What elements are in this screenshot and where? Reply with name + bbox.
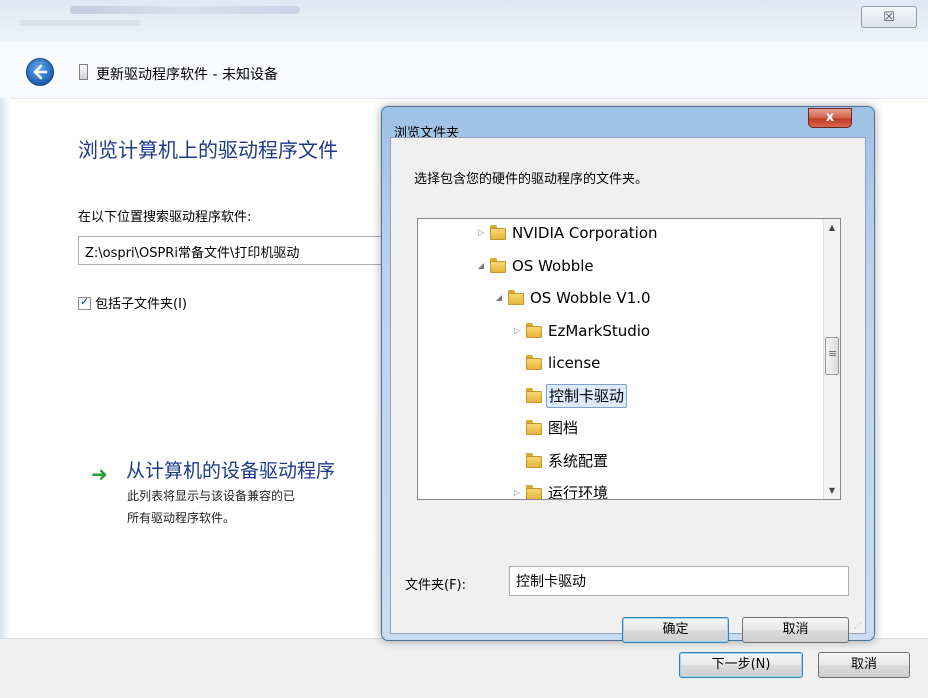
tree-item[interactable]: ◢ OS Wobble bbox=[476, 254, 806, 278]
tree-item-label: OS Wobble V1.0 bbox=[530, 289, 651, 307]
green-arrow-icon: ➜ bbox=[91, 462, 108, 486]
folder-icon bbox=[490, 257, 506, 273]
left-edge-decoration bbox=[0, 98, 10, 638]
tree-item[interactable]: ▷ 运行环境 bbox=[512, 481, 840, 500]
tree-item-label: 系统配置 bbox=[548, 451, 609, 470]
pick-from-list-link[interactable]: 从计算机的设备驱动程序 bbox=[126, 456, 335, 483]
dialog-prompt: 选择包含您的硬件的驱动程序的文件夹。 bbox=[414, 172, 649, 187]
folder-tree[interactable]: ▷ NVIDIA Corporation ◢ OS Wobble ◢ OS Wobble … bbox=[417, 218, 841, 500]
folder-icon bbox=[526, 387, 542, 403]
tree-item-label: 控制卡驱动 bbox=[546, 383, 628, 408]
folder-icon bbox=[508, 290, 524, 305]
browse-folder-dialog: 浏览文件夹 x 选择包含您的硬件的驱动程序的文件夹。 ▷ NVIDIA Corpo… bbox=[381, 106, 875, 643]
tree-item[interactable]: 图档 bbox=[512, 416, 840, 440]
folder-icon bbox=[526, 485, 542, 499]
tree-item-label: OS Wobble bbox=[512, 256, 594, 275]
resize-grip-icon[interactable]: ⋰ bbox=[854, 621, 862, 630]
tree-item-label: 图档 bbox=[548, 419, 579, 437]
folder-name-input[interactable]: 控制卡驱动 bbox=[509, 566, 849, 596]
search-location-label: 在以下位置搜索驱动程序软件: bbox=[78, 210, 252, 225]
next-button[interactable]: 下一步(N) bbox=[679, 652, 803, 678]
collapse-arrow-icon[interactable]: ◢ bbox=[494, 286, 504, 310]
folder-icon bbox=[490, 225, 506, 240]
tree-item[interactable]: ▷ EzMarkStudio bbox=[512, 319, 840, 343]
scroll-up-arrow-icon[interactable]: ▲ bbox=[824, 219, 840, 236]
pick-from-list-description-2: 所有驱动程序软件。 bbox=[127, 511, 236, 525]
expand-arrow-icon[interactable]: ▷ bbox=[512, 481, 522, 499]
tree-item-label: license bbox=[548, 354, 601, 372]
collapse-arrow-icon[interactable]: ◢ bbox=[476, 254, 486, 278]
folder-icon bbox=[526, 355, 542, 370]
ok-button[interactable]: 确定 bbox=[622, 617, 729, 643]
folder-field-label: 文件夹(F): bbox=[405, 578, 467, 593]
expand-arrow-icon[interactable]: ▷ bbox=[512, 319, 522, 343]
expand-arrow-icon[interactable]: ▷ bbox=[476, 221, 486, 245]
include-subfolders-checkbox[interactable] bbox=[78, 295, 91, 310]
dialog-close-button[interactable]: x bbox=[808, 108, 852, 128]
tree-item[interactable]: ▷ NVIDIA Corporation bbox=[476, 221, 806, 245]
folder-icon bbox=[526, 322, 542, 338]
tree-item[interactable]: 系统配置 bbox=[512, 449, 840, 473]
tree-scrollbar[interactable]: ▲ ▼ bbox=[823, 219, 840, 499]
scrollbar-thumb[interactable] bbox=[825, 337, 839, 375]
dialog-body: 选择包含您的硬件的驱动程序的文件夹。 ▷ NVIDIA Corporation ◢ O… bbox=[390, 137, 866, 643]
window-titlebar bbox=[0, 0, 928, 42]
blurred-title bbox=[70, 6, 300, 14]
device-icon bbox=[79, 64, 88, 80]
tree-item-label: 运行环境 bbox=[548, 484, 609, 500]
folder-icon bbox=[526, 420, 542, 435]
dialog-cancel-button[interactable]: 取消 bbox=[742, 617, 849, 643]
tree-item[interactable]: ◢ OS Wobble V1.0 bbox=[494, 286, 824, 310]
driver-path-input[interactable]: Z:\ospri\OSPRi常备文件\打印机驱动 bbox=[78, 236, 408, 265]
page-heading: 浏览计算机上的驱动程序文件 bbox=[78, 138, 338, 162]
include-subfolders-option[interactable]: 包括子文件夹(I) bbox=[78, 293, 187, 312]
wizard-title: 更新驱动程序软件 - 未知设备 bbox=[96, 67, 278, 83]
folder-icon bbox=[526, 452, 542, 468]
pick-from-list-description: 此列表将显示与该设备兼容的已 bbox=[127, 489, 296, 503]
back-button[interactable] bbox=[26, 58, 54, 86]
tree-item-label: EzMarkStudio bbox=[548, 321, 651, 340]
include-subfolders-label: 包括子文件夹(I) bbox=[95, 297, 187, 312]
back-arrow-icon bbox=[33, 64, 48, 80]
tree-item-label: NVIDIA Corporation bbox=[512, 224, 658, 242]
wizard-cancel-button[interactable]: 取消 bbox=[818, 652, 910, 678]
blurred-title-secondary bbox=[20, 20, 140, 26]
tree-item[interactable]: license bbox=[512, 351, 840, 375]
window-close-button[interactable]: ☒ bbox=[861, 6, 917, 28]
scroll-down-arrow-icon[interactable]: ▼ bbox=[824, 482, 840, 499]
tree-item[interactable]: 控制卡驱动 bbox=[512, 383, 840, 408]
